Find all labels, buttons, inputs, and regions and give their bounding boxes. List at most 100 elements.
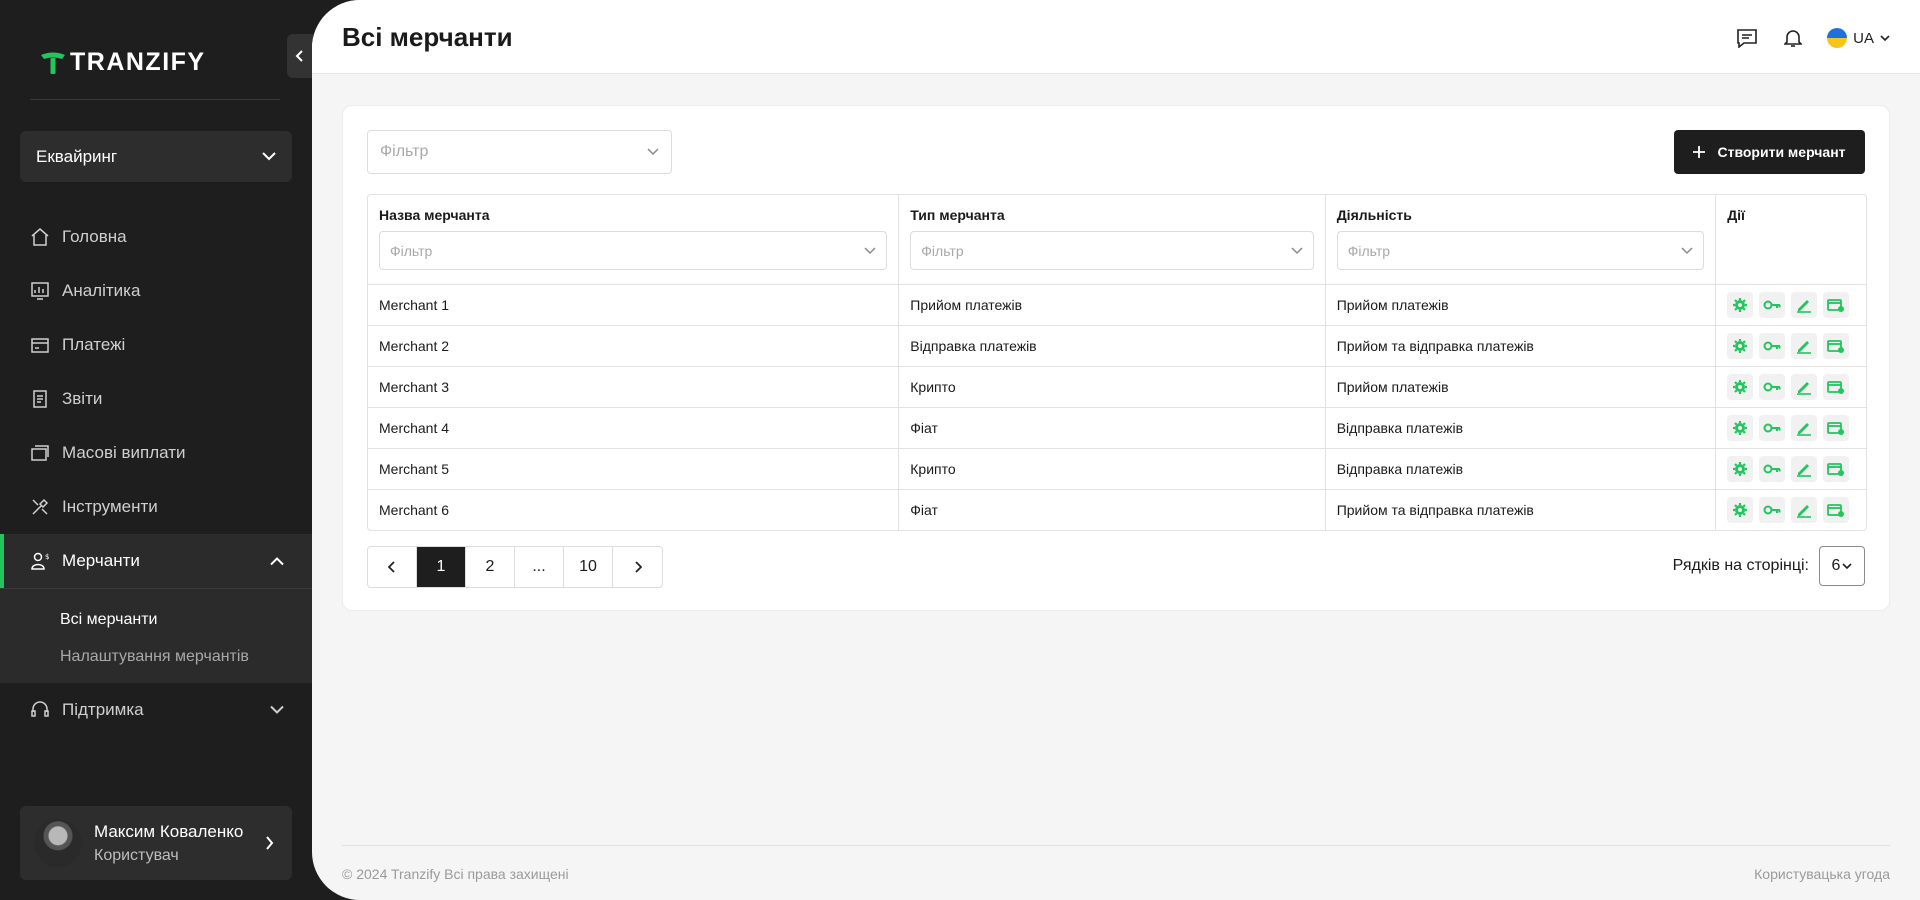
module-select[interactable]: Еквайринг (20, 131, 292, 182)
page-button[interactable]: 1 (417, 547, 466, 587)
page-title: Всі мерчанти (342, 22, 513, 52)
edit-button[interactable] (1791, 333, 1818, 359)
messages-icon[interactable] (1735, 26, 1759, 50)
key-icon (1763, 299, 1781, 311)
sidebar-nav: Головна Аналітика Платежі Звіти Масові в… (0, 210, 312, 737)
chevron-right-icon (266, 836, 274, 850)
row-actions (1727, 374, 1850, 400)
logo[interactable]: TRANZIFY (40, 48, 206, 77)
sidebar-item-payments[interactable]: Платежі (0, 318, 312, 372)
chevron-down-icon (1291, 246, 1303, 254)
manage-button[interactable] (1823, 333, 1850, 359)
actions-cell (1716, 285, 1866, 325)
language-select[interactable]: UA (1827, 28, 1890, 48)
pencil-icon (1796, 502, 1812, 518)
merchant-activity-cell: Прийом та відправка платежів (1326, 326, 1717, 366)
language-value: UA (1853, 29, 1874, 47)
pencil-icon (1796, 338, 1812, 354)
sidebar-item-label: Підтримка (62, 700, 144, 719)
edit-button[interactable] (1791, 456, 1818, 482)
manage-button[interactable] (1823, 497, 1850, 523)
type-filter-select[interactable]: Фільтр (910, 231, 1314, 270)
collapse-sidebar-button[interactable] (287, 34, 313, 78)
sidebar-item-analytics[interactable]: Аналітика (0, 264, 312, 318)
pencil-icon (1796, 379, 1812, 395)
rows-per-page-select[interactable]: 6 (1819, 546, 1865, 586)
edit-button[interactable] (1791, 292, 1818, 318)
api-keys-button[interactable] (1759, 415, 1786, 441)
column-header-activity: Діяльність Фільтр (1326, 195, 1717, 284)
sidebar-item-mass-payouts[interactable]: Масові виплати (0, 426, 312, 480)
merchant-activity-cell: Прийом платежів (1326, 367, 1717, 407)
sidebar-item-label: Звіти (62, 389, 103, 408)
merchant-name-cell: Merchant 4 (368, 408, 900, 448)
prev-page-button[interactable] (368, 547, 417, 587)
sidebar-item-support[interactable]: Підтримка (0, 683, 312, 737)
sidebar-item-label: Масові виплати (62, 443, 186, 462)
api-keys-button[interactable] (1759, 292, 1786, 318)
activity-filter-select[interactable]: Фільтр (1336, 231, 1705, 270)
manage-button[interactable] (1823, 456, 1850, 482)
api-keys-button[interactable] (1759, 374, 1786, 400)
next-page-button[interactable] (613, 547, 662, 587)
sidebar-item-tools[interactable]: Інструменти (0, 480, 312, 534)
card-settings-icon (1827, 379, 1845, 395)
rows-per-page-label: Рядків на сторінці: (1672, 557, 1809, 574)
create-merchant-label: Створити мерчант (1717, 144, 1846, 160)
pencil-icon (1796, 297, 1812, 313)
edit-button[interactable] (1791, 497, 1818, 523)
sidebar-item-label: Платежі (62, 335, 126, 354)
mass-payouts-icon (30, 443, 50, 463)
settings-button[interactable] (1727, 292, 1754, 318)
merchant-activity-cell: Прийом платежів (1326, 285, 1717, 325)
api-keys-button[interactable] (1759, 456, 1786, 482)
filter-select[interactable]: Фільтр (367, 130, 672, 174)
merchant-type-cell: Крипто (899, 367, 1326, 407)
sidebar-item-merchants[interactable]: $ Мерчанти (0, 534, 312, 588)
pencil-icon (1796, 461, 1812, 477)
card-settings-icon (1827, 420, 1845, 436)
api-keys-button[interactable] (1759, 333, 1786, 359)
name-filter-select[interactable]: Фільтр (379, 231, 888, 270)
subnav-item-all-merchants[interactable]: Всі мерчанти (0, 601, 312, 638)
settings-button[interactable] (1727, 374, 1754, 400)
manage-button[interactable] (1823, 292, 1850, 318)
merchant-type-cell: Фіат (899, 490, 1326, 530)
bell-icon[interactable] (1781, 26, 1805, 50)
column-header-actions: Дії (1716, 195, 1866, 284)
subnav-item-merchant-settings[interactable]: Налаштування мерчантів (0, 638, 312, 675)
edit-button[interactable] (1791, 415, 1818, 441)
settings-button[interactable] (1727, 497, 1754, 523)
chevron-left-icon (295, 50, 303, 62)
key-icon (1763, 504, 1781, 516)
column-label: Діяльність (1336, 207, 1412, 223)
settings-button[interactable] (1727, 456, 1754, 482)
gear-icon (1732, 338, 1748, 354)
settings-button[interactable] (1727, 415, 1754, 441)
sidebar: TRANZIFY Еквайринг Головна Аналітика Пла… (0, 0, 313, 900)
chevron-down-icon (1842, 562, 1853, 569)
sidebar-item-label: Головна (62, 227, 127, 246)
create-merchant-button[interactable]: Створити мерчант (1674, 130, 1865, 174)
settings-button[interactable] (1727, 333, 1754, 359)
api-keys-button[interactable] (1759, 497, 1786, 523)
sidebar-item-reports[interactable]: Звіти (0, 372, 312, 426)
plus-icon (1693, 146, 1706, 158)
terms-link[interactable]: Користувацька угода (1754, 866, 1890, 882)
merchants-card: Фільтр Створити мерчант Назва мерчанта Ф… (342, 105, 1890, 611)
table-row: Merchant 1 Прийом платежів Прийом платежів (368, 285, 1866, 326)
home-icon (30, 227, 50, 247)
user-info: Максим Коваленко Користувач (94, 822, 243, 865)
page-button[interactable]: 10 (564, 547, 613, 587)
manage-button[interactable] (1823, 374, 1850, 400)
manage-button[interactable] (1823, 415, 1850, 441)
user-card[interactable]: Максим Коваленко Користувач (20, 806, 292, 880)
edit-button[interactable] (1791, 374, 1818, 400)
analytics-icon (30, 281, 50, 301)
chevron-down-icon (262, 152, 276, 161)
sidebar-item-home[interactable]: Головна (0, 210, 312, 264)
merchant-name-cell: Merchant 5 (368, 449, 900, 489)
row-actions (1727, 456, 1850, 482)
page-button[interactable]: 2 (466, 547, 515, 587)
column-header-name: Назва мерчанта Фільтр (368, 195, 900, 284)
